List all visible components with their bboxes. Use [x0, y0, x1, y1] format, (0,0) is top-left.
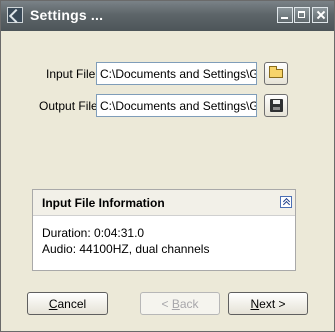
audio-text: Audio: 44100HZ, dual channels: [42, 242, 210, 256]
title-bar[interactable]: Settings ...: [1, 1, 334, 31]
window-title: Settings ...: [30, 7, 104, 23]
app-icon[interactable]: [7, 7, 23, 23]
back-label: ack: [179, 296, 199, 311]
panel-header: Input File Information: [33, 190, 295, 216]
back-access-key: B: [171, 296, 180, 311]
input-file-label: Input File:: [46, 67, 99, 81]
browse-input-button[interactable]: [264, 62, 288, 85]
next-access-key: N: [250, 296, 260, 311]
back-prefix: <: [161, 296, 172, 311]
duration-text: Duration: 0:04:31.0: [42, 226, 145, 240]
output-file-label: Output File:: [39, 99, 102, 113]
cancel-label: ancel: [57, 296, 87, 311]
panel-title: Input File Information: [42, 196, 165, 210]
input-file-information-panel: Input File Information Duration: 0:04:31…: [32, 189, 296, 271]
output-file-field[interactable]: C:\Documents and Settings\Gre: [96, 94, 257, 117]
settings-dialog: Settings ... Input File: C:\Documents an…: [0, 0, 335, 332]
close-icon[interactable]: [312, 7, 328, 23]
maximize-icon[interactable]: [294, 7, 310, 23]
cancel-button[interactable]: Cancel: [27, 292, 108, 315]
save-output-button[interactable]: [264, 94, 288, 117]
folder-open-icon: [269, 66, 283, 78]
back-button[interactable]: < Back: [140, 292, 220, 315]
floppy-save-icon: [270, 99, 283, 112]
minimize-icon[interactable]: [277, 7, 293, 23]
next-label: ext >: [259, 296, 286, 311]
next-button[interactable]: Next >: [228, 292, 308, 315]
input-file-field[interactable]: C:\Documents and Settings\Gre: [96, 62, 257, 85]
double-chevron-up-icon[interactable]: [280, 196, 292, 208]
